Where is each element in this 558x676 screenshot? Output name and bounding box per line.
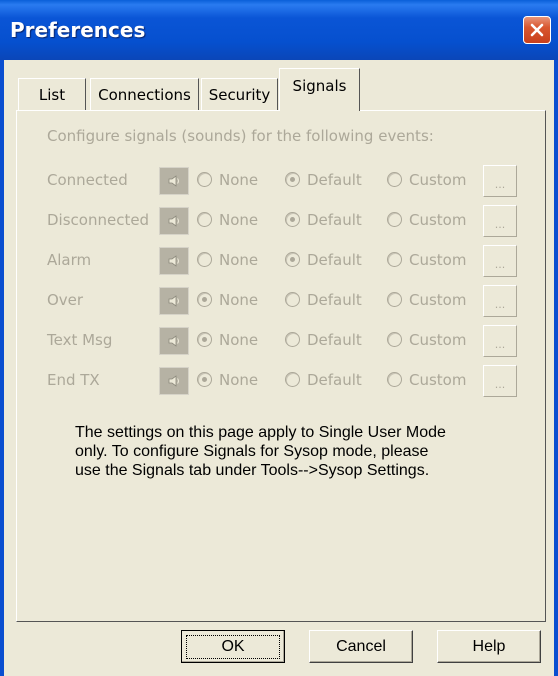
radio-custom[interactable] (387, 252, 402, 267)
help-button[interactable]: Help (437, 630, 541, 663)
event-label: Alarm (47, 251, 92, 269)
radio-default-label: Default (307, 251, 362, 269)
radio-default[interactable] (285, 252, 300, 267)
close-button[interactable] (523, 16, 551, 44)
close-icon (530, 23, 544, 37)
speaker-icon (168, 335, 179, 347)
radio-custom[interactable] (387, 212, 402, 227)
radio-default-label: Default (307, 371, 362, 389)
event-label: Disconnected (47, 211, 150, 229)
browse-button[interactable]: ... (483, 165, 517, 197)
radio-none-label: None (219, 211, 259, 229)
signals-intro: Configure signals (sounds) for the follo… (47, 127, 434, 145)
event-label: End TX (47, 371, 100, 389)
radio-custom[interactable] (387, 172, 402, 187)
signals-tab-page: Configure signals (sounds) for the follo… (16, 110, 546, 622)
event-row: Connected None Default Custom... (17, 163, 547, 199)
tab-label: Security (208, 86, 271, 104)
radio-custom-label: Custom (409, 251, 467, 269)
radio-default[interactable] (285, 172, 300, 187)
tab-label: Signals (292, 77, 347, 95)
speaker-icon (168, 215, 179, 227)
speaker-icon (168, 255, 179, 267)
tab-label: Connections (98, 86, 191, 104)
radio-default[interactable] (285, 292, 300, 307)
radio-custom-label: Custom (409, 211, 467, 229)
sysop-note: The settings on this page apply to Singl… (75, 424, 446, 479)
radio-none-label: None (219, 331, 259, 349)
radio-none-label: None (219, 371, 259, 389)
play-sound-button[interactable] (159, 367, 189, 395)
radio-default-label: Default (307, 211, 362, 229)
play-sound-button[interactable] (159, 167, 189, 195)
tab-security[interactable]: Security (201, 78, 278, 110)
radio-custom-label: Custom (409, 171, 467, 189)
radio-default[interactable] (285, 212, 300, 227)
play-sound-button[interactable] (159, 327, 189, 355)
event-row: Alarm None Default Custom... (17, 243, 547, 279)
radio-default-label: Default (307, 171, 362, 189)
event-label: Over (47, 291, 84, 309)
ok-button[interactable]: OK (181, 630, 285, 663)
window-frame-left (0, 60, 4, 676)
radio-custom[interactable] (387, 332, 402, 347)
help-label: Help (472, 637, 506, 655)
browse-button[interactable]: ... (483, 325, 517, 357)
radio-none[interactable] (197, 292, 212, 307)
radio-none-label: None (219, 291, 259, 309)
event-row: End TX None Default Custom... (17, 363, 547, 399)
speaker-icon (168, 175, 179, 187)
radio-custom[interactable] (387, 292, 402, 307)
radio-default-label: Default (307, 331, 362, 349)
radio-none[interactable] (197, 372, 212, 387)
browse-button[interactable]: ... (483, 365, 517, 397)
tab-signals[interactable]: Signals (279, 68, 360, 111)
radio-custom-label: Custom (409, 371, 467, 389)
radio-default-label: Default (307, 291, 362, 309)
window-title: Preferences (10, 18, 146, 42)
ok-label: OK (186, 634, 280, 659)
radio-none[interactable] (197, 252, 212, 267)
event-label: Connected (47, 171, 128, 189)
event-row: Disconnected None Default Custom... (17, 203, 547, 239)
radio-none-label: None (219, 251, 259, 269)
radio-none[interactable] (197, 332, 212, 347)
play-sound-button[interactable] (159, 207, 189, 235)
radio-custom-label: Custom (409, 291, 467, 309)
browse-button[interactable]: ... (483, 285, 517, 317)
cancel-button[interactable]: Cancel (309, 630, 413, 663)
play-sound-button[interactable] (159, 287, 189, 315)
radio-custom[interactable] (387, 372, 402, 387)
speaker-icon (168, 295, 179, 307)
browse-button[interactable]: ... (483, 245, 517, 277)
radio-default[interactable] (285, 332, 300, 347)
speaker-icon (168, 375, 179, 387)
browse-button[interactable]: ... (483, 205, 517, 237)
radio-none-label: None (219, 171, 259, 189)
cancel-label: Cancel (336, 637, 386, 655)
tab-connections[interactable]: Connections (90, 78, 199, 110)
radio-none[interactable] (197, 212, 212, 227)
tab-list[interactable]: List (18, 78, 86, 110)
radio-custom-label: Custom (409, 331, 467, 349)
radio-none[interactable] (197, 172, 212, 187)
radio-default[interactable] (285, 372, 300, 387)
title-bar[interactable]: Preferences (0, 0, 558, 60)
window-frame-right (554, 60, 558, 676)
event-row: Text Msg None Default Custom... (17, 323, 547, 359)
event-row: Over None Default Custom... (17, 283, 547, 319)
play-sound-button[interactable] (159, 247, 189, 275)
event-label: Text Msg (47, 331, 113, 349)
tab-label: List (38, 86, 66, 104)
